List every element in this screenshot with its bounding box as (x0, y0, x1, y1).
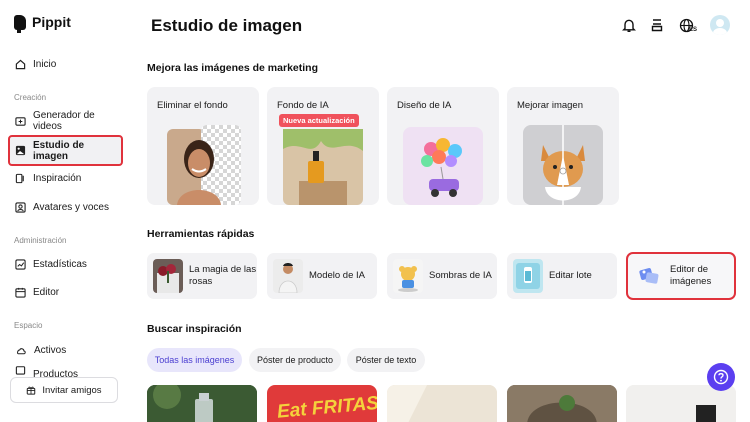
image-studio-icon (15, 145, 26, 156)
sidebar-item-estadisticas[interactable]: Estadísticas (10, 250, 124, 278)
sidebar-item-inicio[interactable]: Inicio (10, 50, 124, 78)
tool-editar-lote[interactable]: Editar lote (507, 253, 617, 299)
remove-background-illustration (167, 125, 241, 205)
tool-label: La magia de las rosas (189, 263, 257, 287)
card-label: Diseño de IA (397, 100, 452, 111)
corgi-illustration (523, 125, 603, 205)
gift-icon (27, 386, 36, 395)
sidebar-item-label: Editor (33, 286, 60, 298)
section-espacio: Espacio (14, 321, 43, 330)
roses-thumbnail (153, 259, 183, 293)
sidebar-item-label: Estadísticas (33, 258, 87, 270)
language-button[interactable]: ES (676, 14, 700, 36)
sidebar: Pippit Inicio Creación Generador de vide… (0, 0, 132, 422)
sidebar-item-label: Inspiración (33, 172, 82, 184)
inspiration-thumb-4[interactable] (507, 385, 617, 422)
language-code: ES (688, 27, 697, 33)
storage-button[interactable] (648, 14, 666, 36)
avatar-icon (15, 201, 26, 213)
card-label: Fondo de IA (277, 100, 329, 111)
bell-icon (622, 19, 636, 32)
logo-text: Pippit (32, 14, 71, 30)
invite-friends-button[interactable]: Invitar amigos (10, 377, 118, 403)
database-icon (651, 19, 663, 32)
tool-label: Modelo de IA (309, 269, 365, 281)
sidebar-item-label: Inicio (33, 58, 57, 70)
card-eliminar-fondo[interactable]: Eliminar el fondo (147, 87, 259, 205)
header-actions: ES (620, 14, 730, 36)
marketing-section-title: Mejora las imágenes de marketing (147, 62, 318, 74)
inspiration-section-title: Buscar inspiración (147, 323, 242, 335)
sidebar-item-label: Activos (34, 344, 67, 356)
notification-button[interactable] (620, 14, 638, 36)
tool-label: Sombras de IA (429, 269, 492, 281)
tool-magia-rosas[interactable]: La magia de las rosas (147, 253, 257, 299)
invite-friends-label: Invitar amigos (42, 384, 102, 396)
shadow-toy-thumbnail (393, 259, 423, 293)
sidebar-item-activos[interactable]: Activos (10, 336, 124, 364)
help-button[interactable] (707, 363, 735, 391)
sidebar-item-avatares[interactable]: Avatares y voces (10, 193, 124, 221)
pippit-logo-icon (14, 14, 26, 33)
quick-tools-section-title: Herramientas rápidas (147, 228, 255, 240)
product-icon (15, 366, 26, 375)
user-avatar[interactable] (710, 15, 730, 35)
image-editor-thumbnail (634, 259, 664, 293)
app-root: Pippit Inicio Creación Generador de vide… (0, 0, 750, 422)
sidebar-item-editor[interactable]: Editor (10, 278, 124, 306)
sidebar-item-estudio-imagen[interactable]: Estudio de imagen (8, 135, 123, 166)
sidebar-item-productos[interactable]: Productos (10, 364, 124, 378)
sidebar-item-inspiracion[interactable]: Inspiración (10, 164, 124, 192)
chip-poster-producto[interactable]: Póster de producto (249, 348, 341, 372)
tool-sombras-ia[interactable]: Sombras de IA (387, 253, 497, 299)
video-add-icon (15, 116, 26, 126)
sidebar-item-label: Avatares y voces (33, 201, 109, 213)
chip-todas-imagenes[interactable]: Todas las imágenes (147, 348, 242, 372)
batch-edit-thumbnail (513, 259, 543, 293)
perfume-illustration (283, 129, 363, 205)
chip-poster-texto[interactable]: Póster de texto (347, 348, 425, 372)
inspiration-thumb-2[interactable]: Eat FRITAS! (267, 385, 377, 422)
stats-icon (15, 258, 26, 270)
new-update-badge: Nueva actualización (279, 114, 359, 127)
calendar-icon (15, 287, 26, 298)
section-creacion: Creación (14, 93, 47, 102)
balloon-car-illustration (403, 127, 483, 205)
logo[interactable]: Pippit (14, 14, 71, 33)
section-administracion: Administración (14, 236, 67, 245)
sidebar-item-label: Estudio de imagen (33, 139, 85, 162)
sidebar-item-generador-videos[interactable]: Generador de videos (10, 107, 124, 135)
card-label: Mejorar imagen (517, 100, 583, 111)
card-diseno-ia[interactable]: Diseño de IA (387, 87, 499, 205)
sidebar-item-label: Generador de videos (33, 110, 95, 132)
inspiration-thumb-3[interactable] (387, 385, 497, 422)
tool-editor-imagenes[interactable]: Editor de imágenes (626, 252, 736, 300)
tool-modelo-ia[interactable]: Modelo de IA (267, 253, 377, 299)
cloud-icon (17, 347, 26, 354)
card-fondo-ia[interactable]: Fondo de IA Nueva actualización (267, 87, 379, 205)
inspiration-thumb-1[interactable] (147, 385, 257, 422)
model-thumbnail (273, 259, 303, 293)
card-mejorar-imagen[interactable]: Mejorar imagen (507, 87, 619, 205)
poster-text: Eat FRITAS! (276, 392, 377, 422)
tool-label: Editar lote (549, 269, 592, 281)
sidebar-item-label: Productos (33, 369, 79, 378)
inspiration-icon (15, 173, 24, 183)
question-icon (713, 369, 729, 385)
page-title: Estudio de imagen (151, 16, 303, 35)
home-icon (15, 59, 26, 69)
card-label: Eliminar el fondo (157, 100, 228, 111)
tool-label: Editor de imágenes (670, 263, 712, 287)
